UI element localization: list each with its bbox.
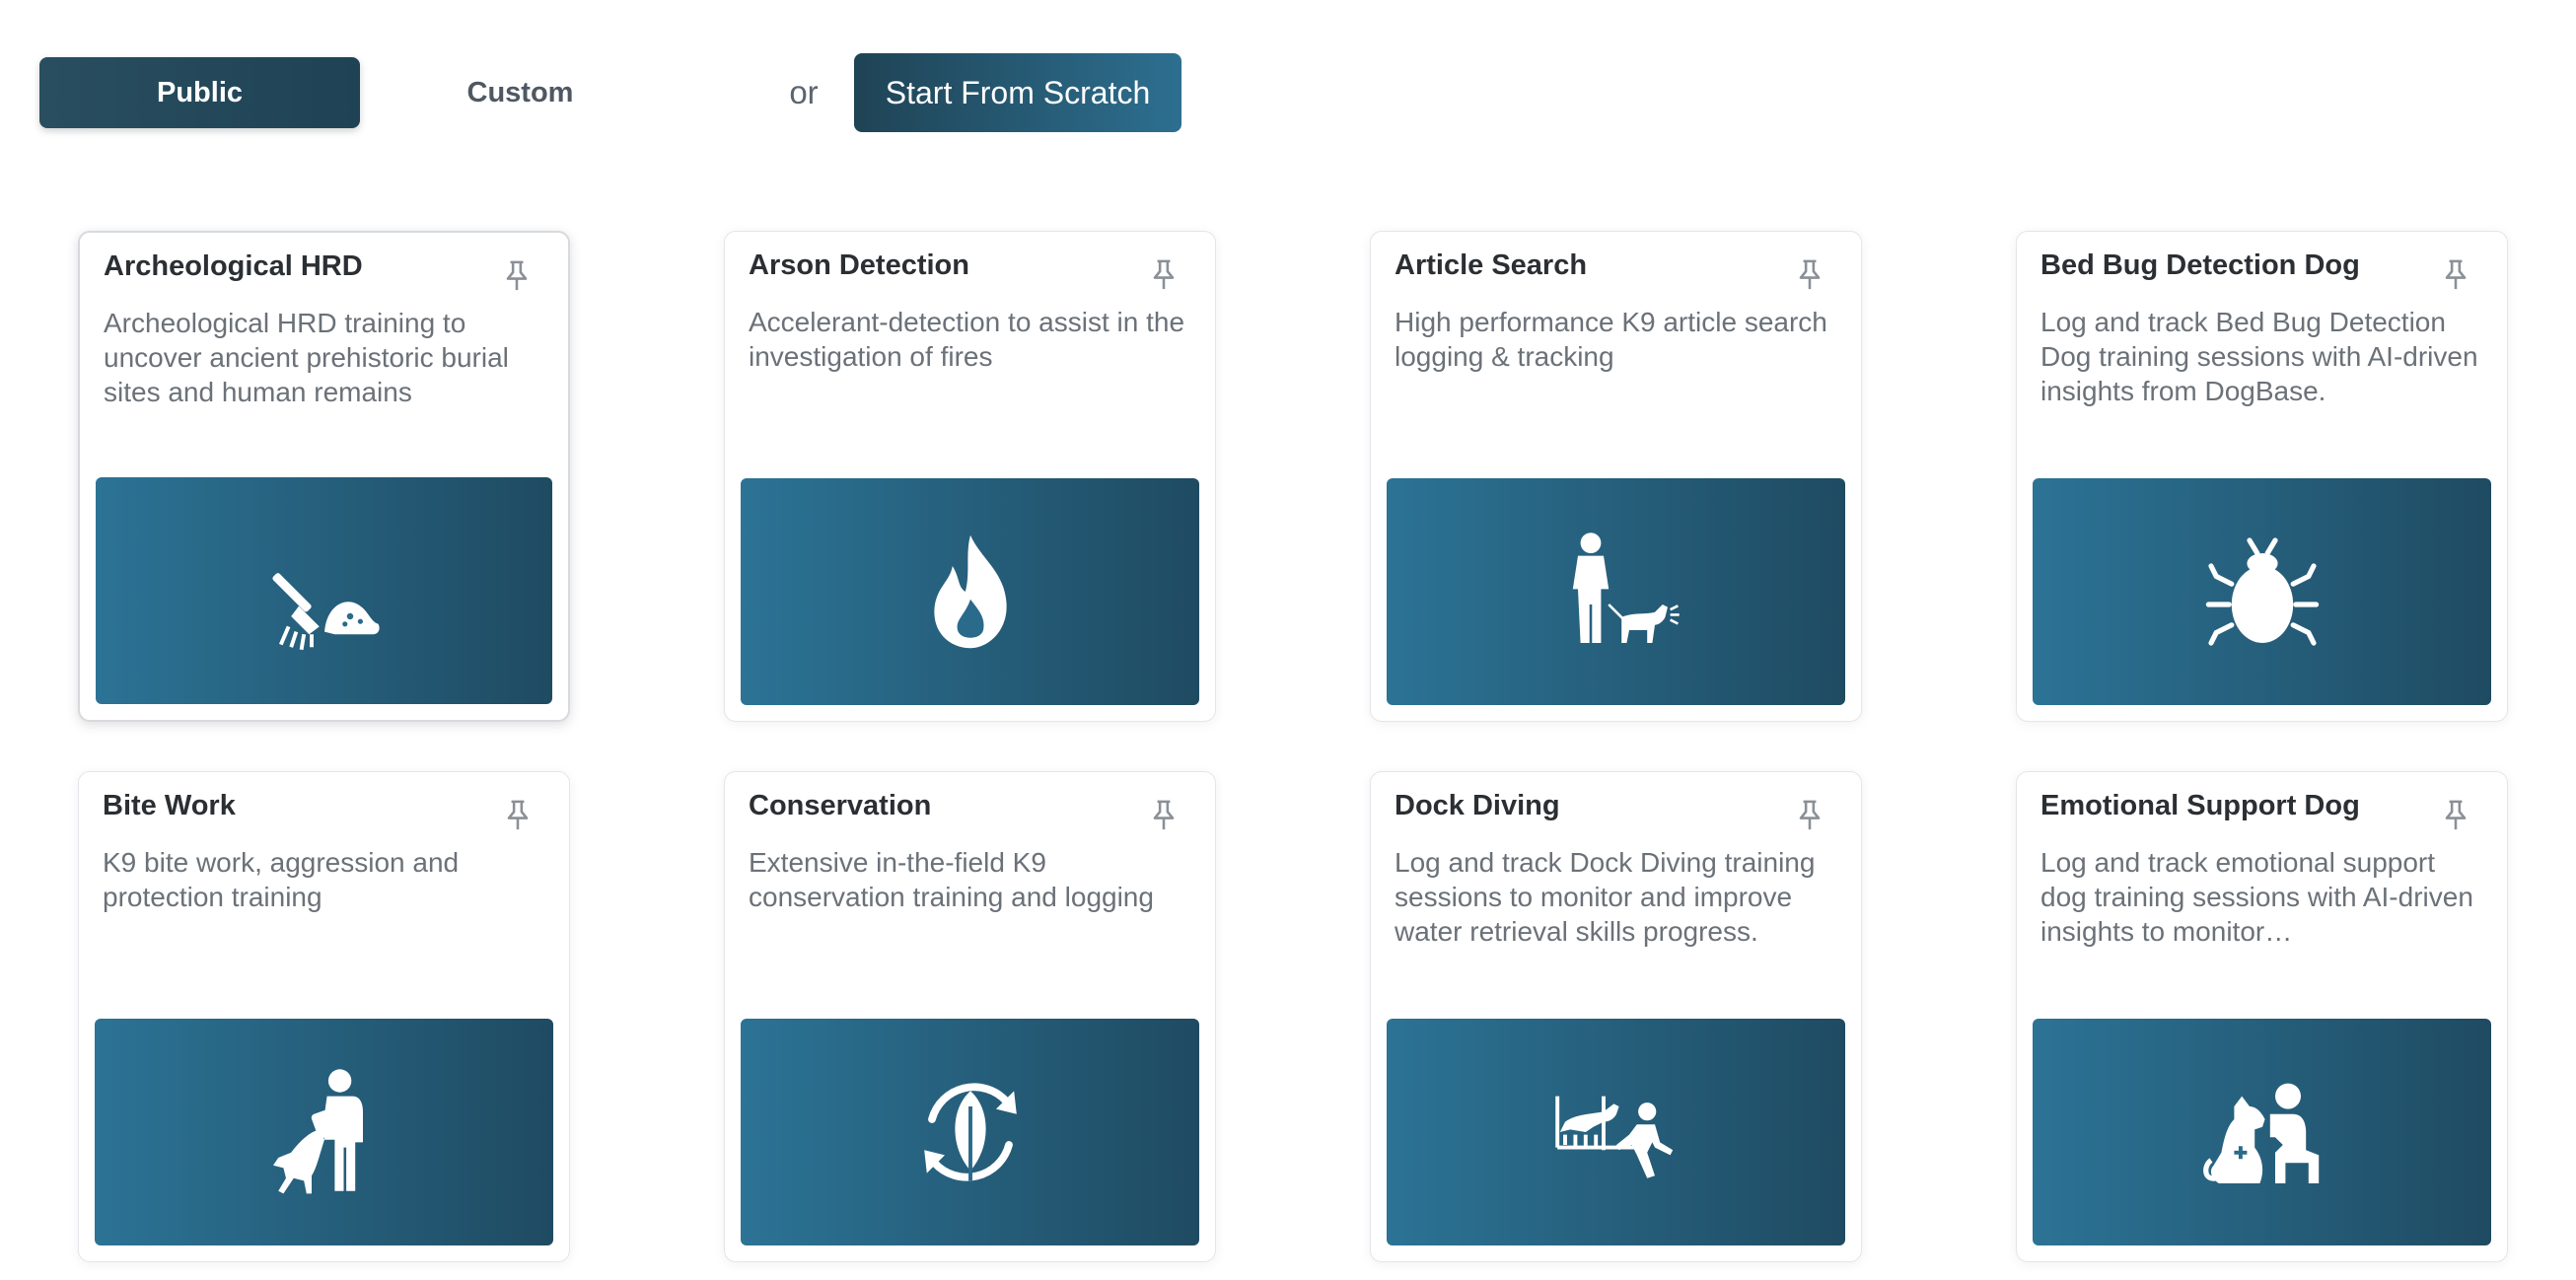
bug-icon (2205, 537, 2319, 646)
handler-with-dog-icon (1572, 533, 1680, 643)
pin-icon[interactable] (1148, 257, 1180, 293)
card-image (741, 478, 1199, 705)
template-card-bed-bug-detection-dog[interactable]: Bed Bug Detection Dog Log and track Bed … (2016, 231, 2508, 722)
template-card-article-search[interactable]: Article Search High performance K9 artic… (1370, 231, 1862, 722)
card-description: High performance K9 article search loggi… (1395, 307, 1827, 372)
pin-icon[interactable] (2440, 798, 2471, 833)
card-description: K9 bite work, aggression and protection … (103, 847, 460, 912)
pin-icon[interactable] (1794, 257, 1825, 293)
or-separator: or (789, 74, 819, 110)
pin-icon[interactable] (1794, 798, 1825, 833)
card-description: Log and track Dock Diving training sessi… (1395, 847, 1816, 947)
card-image (741, 1019, 1199, 1245)
card-title: Bite Work (103, 790, 236, 821)
bite-work-icon (272, 1069, 363, 1194)
card-description: Log and track Bed Bug Detection Dog trai… (2040, 307, 2478, 406)
card-title: Conservation (749, 790, 932, 821)
card-image (2033, 478, 2491, 705)
card-image (96, 477, 552, 704)
template-card-grid: Archeological HRD Archeological HRD trai… (78, 231, 2508, 1262)
template-source-toolbar: Public Custom or Start From Scratch (39, 53, 1181, 132)
card-title: Article Search (1395, 249, 1588, 281)
archeology-brush-icon (271, 573, 380, 651)
card-description: Extensive in-the-field K9 conservation t… (749, 847, 1154, 912)
card-image (1387, 478, 1845, 705)
template-card-dock-diving[interactable]: Dock Diving Log and track Dock Diving tr… (1370, 771, 1862, 1262)
pin-icon[interactable] (501, 258, 533, 294)
template-card-archeological-hrd[interactable]: Archeological HRD Archeological HRD trai… (78, 231, 570, 722)
template-card-conservation[interactable]: Conservation Extensive in-the-field K9 c… (724, 771, 1216, 1262)
start-from-scratch-button[interactable]: Start From Scratch (854, 53, 1181, 132)
card-image (1387, 1019, 1845, 1245)
card-title: Dock Diving (1395, 790, 1560, 821)
card-title: Arson Detection (749, 249, 969, 281)
fire-icon (933, 534, 1007, 649)
pin-icon[interactable] (502, 798, 534, 833)
card-title: Bed Bug Detection Dog (2040, 249, 2360, 281)
leaf-cycle-icon (923, 1083, 1017, 1181)
pin-icon[interactable] (1148, 798, 1180, 833)
card-title: Emotional Support Dog (2040, 790, 2360, 821)
template-card-bite-work[interactable]: Bite Work K9 bite work, aggression and p… (78, 771, 570, 1262)
template-card-emotional-support-dog[interactable]: Emotional Support Dog Log and track emot… (2016, 771, 2508, 1262)
dock-diving-icon (1554, 1096, 1673, 1178)
card-description: Log and track emotional support dog trai… (2040, 847, 2473, 947)
support-dog-icon (2202, 1083, 2319, 1183)
public-tab[interactable]: Public (39, 57, 360, 128)
card-image (95, 1019, 553, 1245)
card-description: Accelerant-detection to assist in the in… (749, 307, 1185, 372)
custom-tab[interactable]: Custom (360, 57, 680, 128)
card-title: Archeological HRD (104, 250, 363, 282)
pin-icon[interactable] (2440, 257, 2471, 293)
card-description: Archeological HRD training to uncover an… (104, 308, 509, 407)
template-card-arson-detection[interactable]: Arson Detection Accelerant-detection to … (724, 231, 1216, 722)
card-image (2033, 1019, 2491, 1245)
